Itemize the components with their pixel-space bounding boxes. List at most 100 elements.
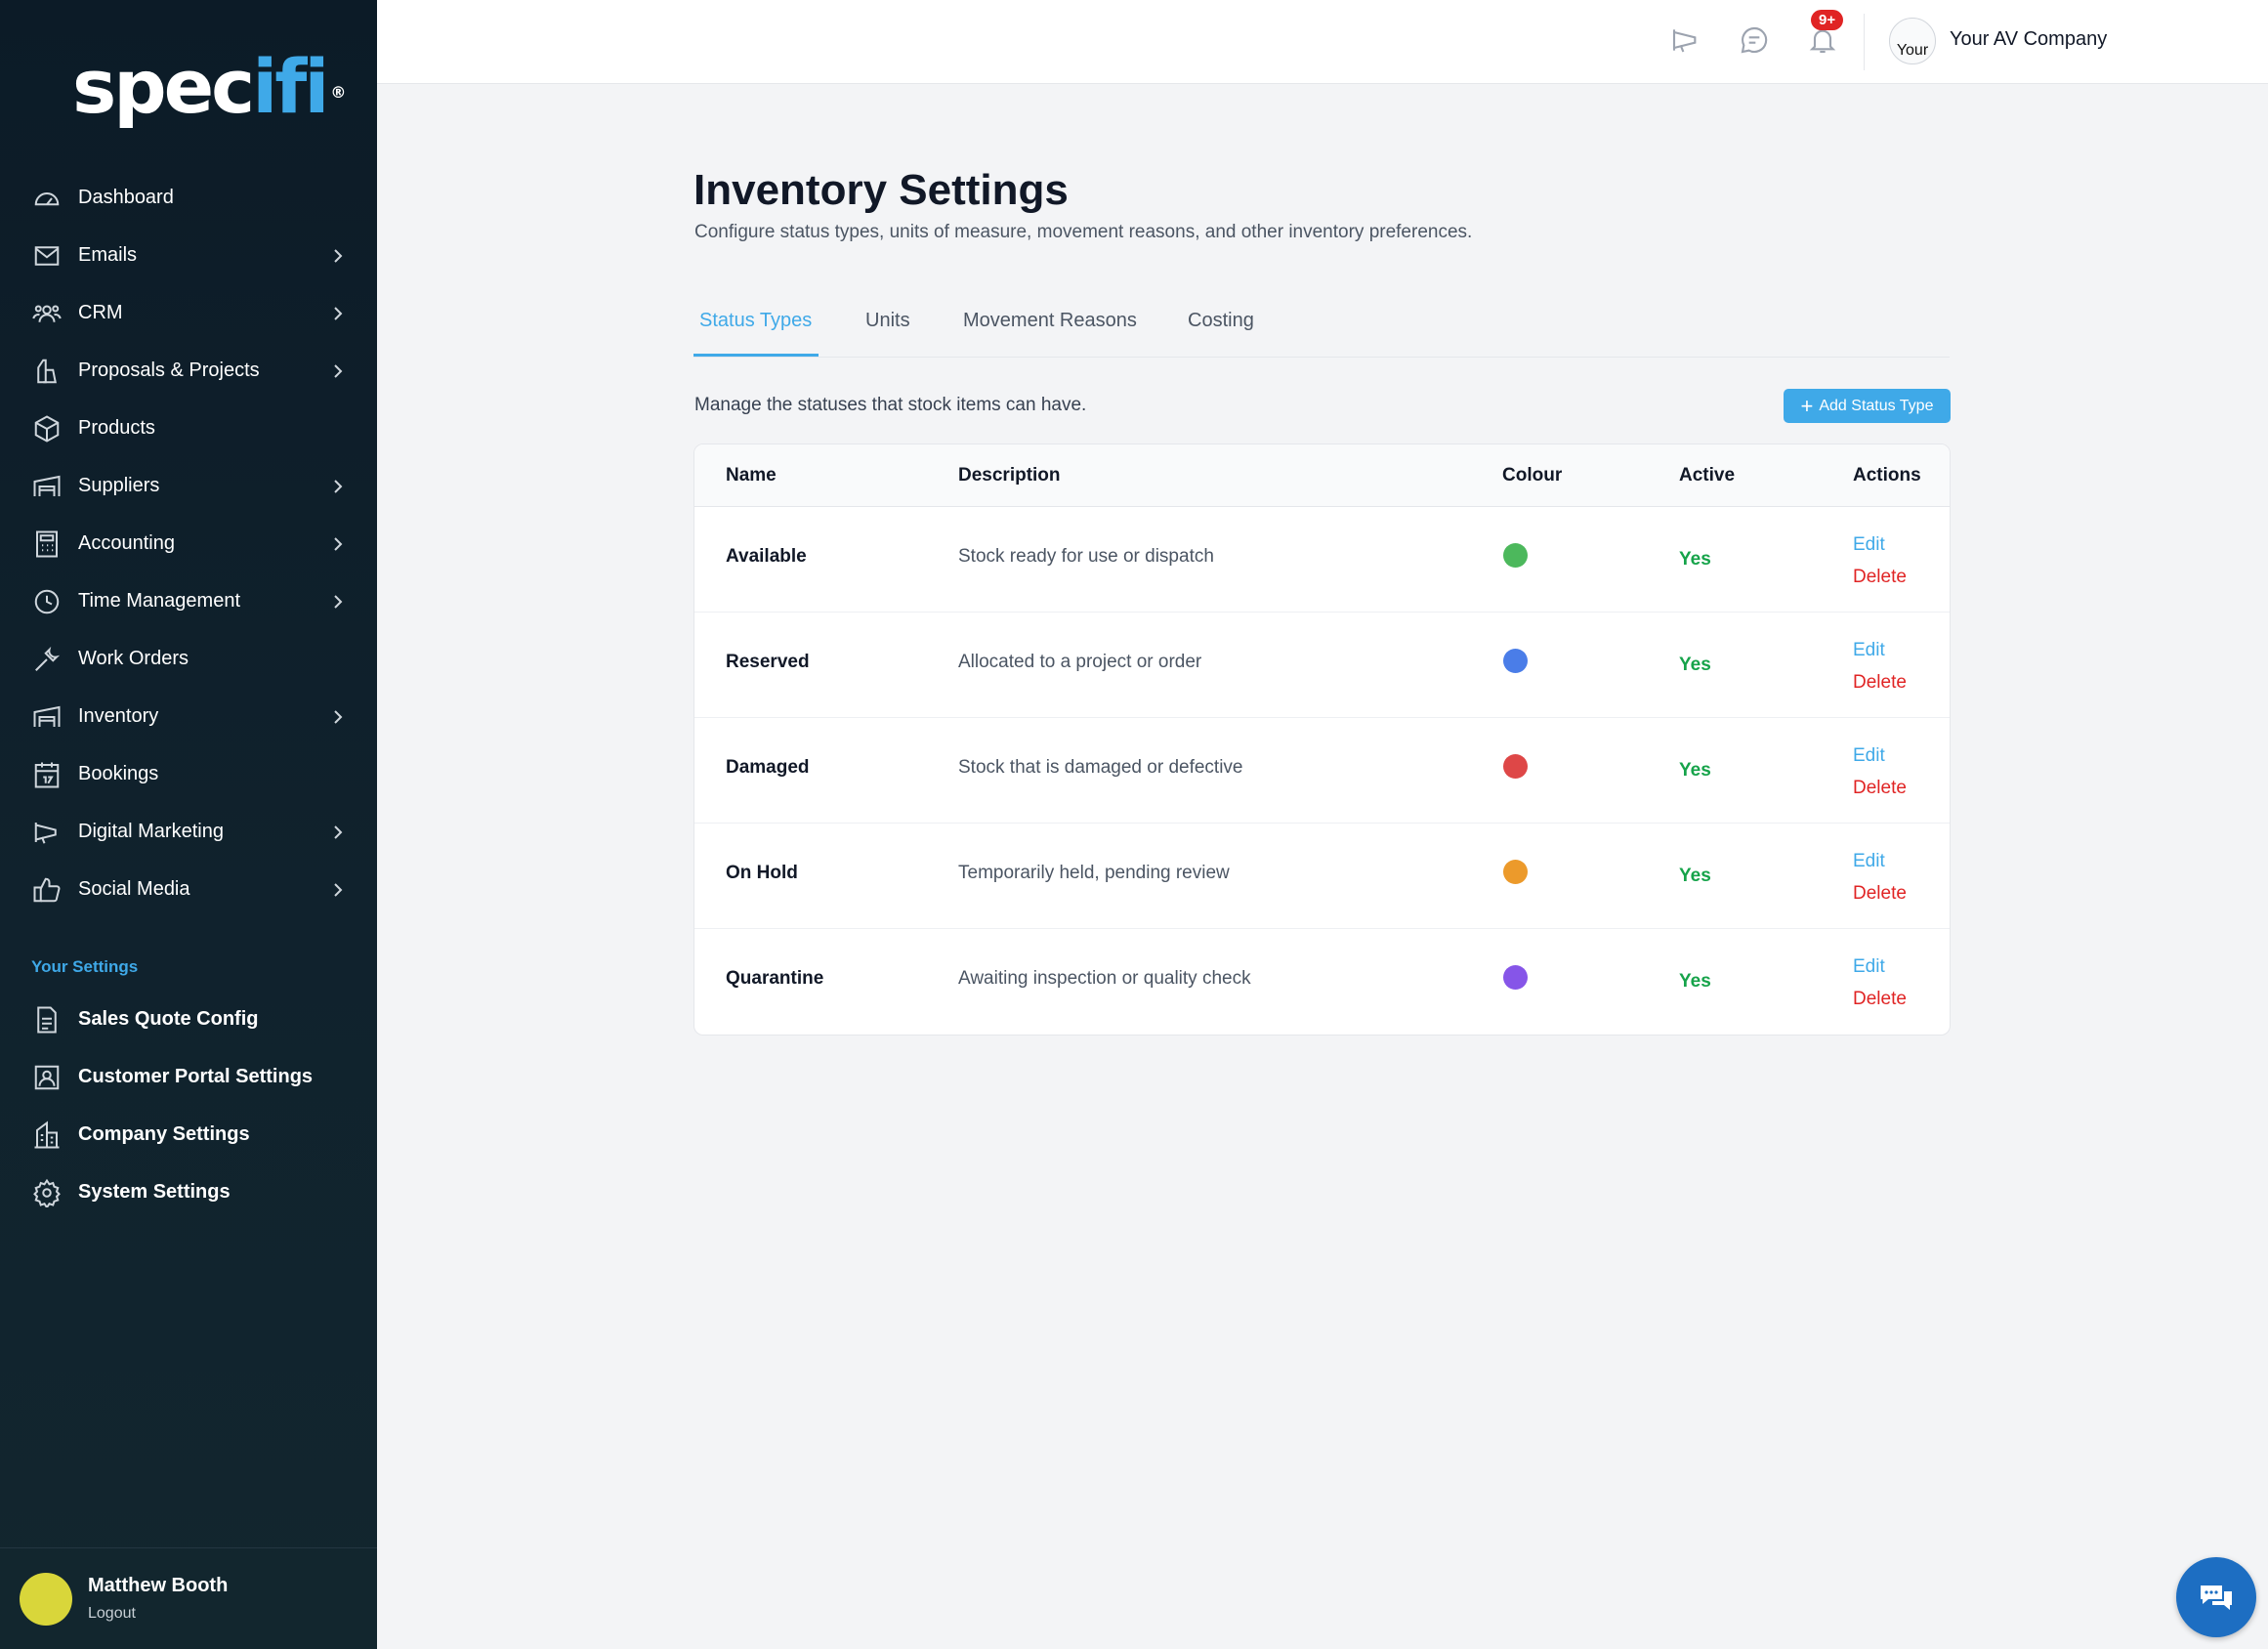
sidebar-item-work-orders[interactable]: Work Orders	[0, 630, 377, 688]
delete-link[interactable]: Delete	[1853, 672, 1907, 694]
sidebar-item-time-management[interactable]: Time Management	[0, 572, 377, 630]
tab-status-types[interactable]: Status Types	[699, 310, 812, 332]
sidebar-item-label: Inventory	[78, 705, 159, 727]
tab-movement-reasons[interactable]: Movement Reasons	[963, 310, 1137, 332]
sidebar-item-digital-marketing[interactable]: Digital Marketing	[0, 803, 377, 861]
settings-nav: Sales Quote Config Customer Portal Setti…	[0, 991, 377, 1221]
building-icon	[31, 1120, 63, 1151]
section-description: Manage the statuses that stock items can…	[694, 395, 1087, 415]
edit-link[interactable]: Edit	[1853, 640, 1885, 661]
divider	[1864, 14, 1865, 70]
status-name: On Hold	[726, 863, 798, 883]
company-avatar-text: Your	[1896, 42, 1929, 59]
table-row: Damaged Stock that is damaged or defecti…	[694, 718, 1950, 824]
edit-link[interactable]: Edit	[1853, 956, 1885, 978]
delete-link[interactable]: Delete	[1853, 883, 1907, 905]
delete-link[interactable]: Delete	[1853, 989, 1907, 1010]
box-icon	[31, 413, 63, 444]
sidebar-item-social-media[interactable]: Social Media	[0, 861, 377, 918]
sidebar-item-system-settings[interactable]: System Settings	[0, 1163, 377, 1221]
status-colour-swatch	[1503, 860, 1528, 884]
column-header-actions: Actions	[1853, 465, 1921, 486]
sidebar-item-dashboard[interactable]: Dashboard	[0, 169, 377, 227]
wrench-icon	[31, 644, 63, 675]
user-box: Matthew Booth Logout	[0, 1547, 377, 1649]
add-status-type-label: Add Status Type	[1819, 397, 1934, 414]
sidebar-item-emails[interactable]: Emails	[0, 227, 377, 284]
delete-link[interactable]: Delete	[1853, 778, 1907, 799]
status-description: Temporarily held, pending review	[958, 863, 1230, 883]
file-icon	[31, 1004, 63, 1036]
gear-icon	[31, 1177, 63, 1208]
logo-registered-mark: ®	[330, 83, 347, 102]
chat-bubbles-icon	[2201, 1586, 2232, 1610]
column-header-active: Active	[1679, 465, 1736, 486]
edit-link[interactable]: Edit	[1853, 745, 1885, 767]
sidebar-item-label: Products	[78, 417, 155, 439]
sidebar-item-label: Suppliers	[78, 475, 160, 496]
sidebar-item-label: Company Settings	[78, 1123, 250, 1145]
status-active: Yes	[1679, 971, 1711, 992]
warehouse-icon	[31, 471, 63, 502]
delete-link[interactable]: Delete	[1853, 567, 1907, 588]
status-active: Yes	[1679, 549, 1711, 570]
sidebar-item-label: CRM	[78, 302, 123, 323]
sidebar-item-sales-quote-config[interactable]: Sales Quote Config	[0, 991, 377, 1048]
sidebar-item-label: Sales Quote Config	[78, 1008, 259, 1030]
column-header-description: Description	[958, 465, 1061, 486]
column-header-colour: Colour	[1502, 465, 1563, 486]
specifi-logo[interactable]: specifi ®	[72, 43, 346, 131]
main-nav: Dashboard Emails CRM Proposals & Project…	[0, 169, 377, 918]
sidebar-item-label: Customer Portal Settings	[78, 1066, 314, 1087]
chevron-right-icon	[328, 592, 348, 612]
status-description: Stock that is damaged or defective	[958, 757, 1243, 778]
logo-accent-text: ifi	[252, 43, 329, 130]
sidebar-item-company-settings[interactable]: Company Settings	[0, 1106, 377, 1163]
chat-icon[interactable]	[1739, 24, 1774, 60]
page-subtitle: Configure status types, units of measure…	[694, 222, 1473, 242]
notification-badge: 9+	[1811, 10, 1844, 30]
company-avatar[interactable]: Your	[1889, 18, 1936, 64]
status-name: Damaged	[726, 757, 810, 778]
edit-link[interactable]: Edit	[1853, 851, 1885, 872]
users-icon	[31, 298, 63, 329]
status-description: Awaiting inspection or quality check	[958, 968, 1251, 989]
table-row: Available Stock ready for use or dispatc…	[694, 507, 1950, 613]
status-colour-swatch	[1503, 754, 1528, 779]
gauge-icon	[31, 183, 63, 214]
sidebar-item-proposals-projects[interactable]: Proposals & Projects	[0, 342, 377, 400]
logo-text: spec	[72, 43, 255, 130]
sidebar-item-label: System Settings	[78, 1181, 231, 1203]
chevron-right-icon	[328, 707, 348, 727]
company-name[interactable]: Your AV Company	[1950, 28, 2107, 51]
calculator-icon	[31, 529, 63, 560]
status-colour-swatch	[1503, 649, 1528, 673]
tab-units[interactable]: Units	[865, 310, 910, 332]
portrait-icon	[31, 1062, 63, 1093]
sidebar-item-accounting[interactable]: Accounting	[0, 515, 377, 572]
sidebar-item-label: Digital Marketing	[78, 821, 224, 842]
sidebar-item-bookings[interactable]: Bookings	[0, 745, 377, 803]
status-description: Allocated to a project or order	[958, 652, 1202, 672]
tabs: Status Types Units Movement Reasons Cost…	[693, 293, 1950, 358]
top-bar: 9+ Your Your AV Company	[377, 0, 2268, 84]
chevron-right-icon	[328, 361, 348, 381]
sidebar-item-customer-portal-settings[interactable]: Customer Portal Settings	[0, 1048, 377, 1106]
add-status-type-button[interactable]: + Add Status Type	[1784, 389, 1951, 423]
user-name: Matthew Booth	[88, 1575, 229, 1596]
chevron-right-icon	[328, 477, 348, 496]
warehouse-icon	[31, 701, 63, 733]
sidebar-item-products[interactable]: Products	[0, 400, 377, 457]
tab-costing[interactable]: Costing	[1188, 310, 1254, 332]
sidebar-item-inventory[interactable]: Inventory	[0, 688, 377, 745]
live-chat-button[interactable]	[2176, 1557, 2256, 1637]
edit-link[interactable]: Edit	[1853, 534, 1885, 556]
thumbs-up-icon	[31, 874, 63, 906]
status-name: Available	[726, 546, 807, 567]
avatar[interactable]	[20, 1572, 72, 1626]
sidebar-item-suppliers[interactable]: Suppliers	[0, 457, 377, 515]
sidebar-item-crm[interactable]: CRM	[0, 284, 377, 342]
megaphone-icon[interactable]	[1670, 24, 1705, 60]
megaphone-icon	[31, 817, 63, 848]
logout-link[interactable]: Logout	[88, 1605, 228, 1623]
